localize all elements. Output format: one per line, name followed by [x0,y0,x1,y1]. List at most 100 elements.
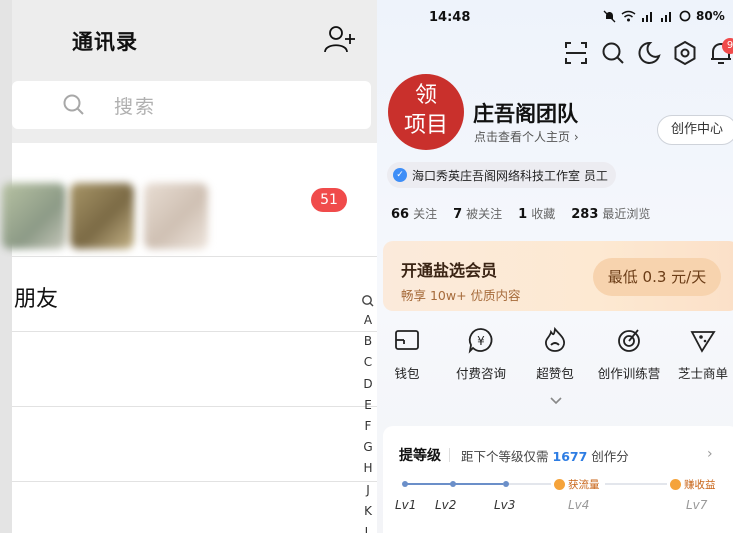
stat-value: 1 [518,207,528,222]
battery-level: 80% [696,9,725,23]
divider [12,256,377,257]
new-friend-avatar[interactable] [2,183,66,249]
tool-label: 创作训练营 [597,366,661,381]
level-label: Lv3 [494,498,516,512]
index-letter[interactable]: D [360,374,376,395]
divider [12,406,377,407]
cheese-icon [690,331,716,353]
search-placeholder: 搜索 [114,96,157,118]
index-search-icon[interactable] [360,292,376,310]
stat-label: 被关注 [466,207,503,221]
stat-favorites[interactable]: 1 收藏 [518,205,555,222]
coin-icon [670,478,681,490]
unread-badge: 51 [311,188,347,212]
contacts-pane: 通讯录 搜索 51 朋友 A B C D E F G H J K L [0,0,377,533]
level-desc-suffix: 创作分 [591,449,629,464]
target-icon [618,329,640,352]
tool-super-like[interactable]: 超赞包 [515,326,595,382]
company-tag-label: 海口秀英庄吾阁网络科技工作室 员工 [412,168,608,183]
level-label: Lv2 [435,498,457,512]
tool-wallet[interactable]: 钱包 [377,326,447,382]
vip-price-button[interactable]: 最低 0.3 元/天 [593,258,721,296]
tool-label: 付费咨询 [455,366,506,381]
pane-edge [0,0,12,533]
flame-icon [554,478,565,490]
new-friend-avatar[interactable] [144,183,208,249]
signal-icon [661,12,671,22]
index-letter[interactable]: C [360,352,376,373]
profile-stats: 66 关注 7 被关注 1 收藏 283 最近浏览 [391,205,650,222]
battery-ring-icon [679,10,691,22]
index-letter[interactable]: B [360,331,376,352]
paid-consult-icon: ¥ [468,328,493,354]
index-letter[interactable]: K [360,501,376,522]
page-title: 通讯录 [72,30,138,54]
index-letter[interactable]: L [360,522,376,533]
avatar-text: 领 [414,83,437,108]
level-label: Lv7 [686,498,708,512]
settings-icon[interactable] [672,40,698,66]
divider [449,448,450,462]
creator-center-button[interactable]: 创作中心 [657,115,733,145]
stat-followers[interactable]: 7 被关注 [453,205,502,222]
notification-badge: 9 [722,38,733,54]
status-time: 14:48 [429,10,471,25]
alphabet-index[interactable]: A B C D E F G H J K L [360,292,376,533]
tool-grid: 钱包 ¥ 付费咨询 超赞包 创作训练营 芝士商单 [377,326,733,386]
section-friends[interactable]: 朋友 [14,281,58,313]
wifi-icon [621,10,636,22]
search-icon[interactable] [600,40,626,66]
search-icon [63,94,84,115]
tool-paid-consult[interactable]: ¥ 付费咨询 [441,326,521,382]
index-letter[interactable]: A [360,310,376,331]
wallet-icon [395,330,419,350]
signal-icon [642,12,652,22]
index-letter[interactable]: E [360,395,376,416]
night-mode-icon[interactable] [636,40,662,66]
scan-icon[interactable] [563,40,589,66]
vip-card[interactable]: 开通盐选会员 畅享 10w+ 优质内容 最低 0.3 元/天 [383,241,733,311]
level-dot [402,481,408,487]
stat-recent[interactable]: 283 最近浏览 [571,205,650,222]
perk-label: 获流量 [568,478,600,491]
verified-icon: ✓ [393,168,407,182]
username[interactable]: 庄吾阁团队 [473,98,578,128]
stat-following[interactable]: 66 关注 [391,205,437,222]
super-like-icon [544,326,565,352]
svg-text:¥: ¥ [477,334,485,348]
index-letter[interactable]: H [360,458,376,479]
chevron-right-icon[interactable]: › [707,446,713,462]
new-friend-avatar[interactable] [70,183,134,249]
level-label: Lv4 [568,498,590,512]
view-profile-link[interactable]: 点击查看个人主页 › [474,128,579,145]
vip-title: 开通盐选会员 [401,261,498,280]
divider [12,331,377,332]
stat-label: 收藏 [531,207,556,221]
avatar-text: 项目 [403,113,448,138]
stat-label: 最近浏览 [602,207,651,221]
tool-cheese-orders[interactable]: 芝士商单 [663,326,733,382]
stat-value: 7 [453,207,463,222]
search-bar[interactable]: 搜索 [12,81,371,129]
level-card[interactable]: 提等级 距下个等级仅需 1677 创作分 › 获流量 赚收益 Lv1 Lv2 L… [383,426,733,533]
index-letter[interactable]: F [360,416,376,437]
level-desc-prefix: 距下个等级仅需 [461,449,549,464]
tool-label: 芝士商单 [677,366,728,381]
index-letter[interactable]: J [360,480,376,501]
avatar[interactable]: 领 项目 [388,74,464,150]
add-contact-icon[interactable] [322,24,356,54]
tool-training-camp[interactable]: 创作训练营 [589,326,669,382]
level-dot [503,481,509,487]
company-tag[interactable]: ✓ 海口秀英庄吾阁网络科技工作室 员工 [387,162,616,188]
level-title: 提等级 [399,448,441,464]
level-label: Lv1 [395,498,417,512]
perk-income: 赚收益 [667,476,721,492]
index-letter[interactable]: G [360,437,376,458]
perk-traffic: 获流量 [551,476,605,492]
divider [12,481,377,482]
level-score-needed: 1677 [552,449,588,464]
chevron-down-icon[interactable] [549,394,563,408]
tool-label: 钱包 [394,366,420,381]
status-bar-icons: 80% [603,9,725,23]
stat-value: 283 [571,207,599,222]
